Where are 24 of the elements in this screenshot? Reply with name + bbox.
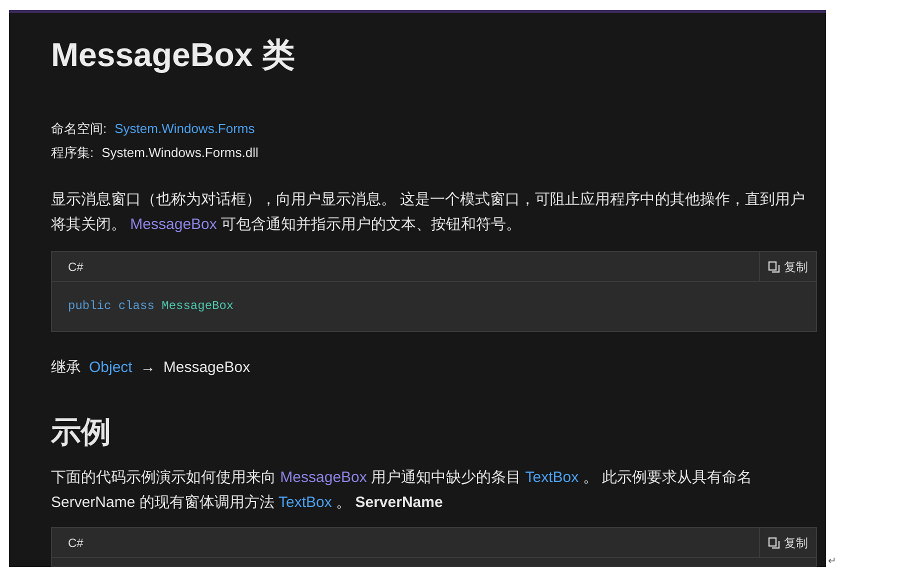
- page-title: MessageBox 类: [51, 35, 295, 75]
- example-paragraph: 下面的代码示例演示如何使用来向 MessageBox 用户通知中缺少的条目 TextBox 。 此示例要求从具有命名 ServerName 的现有窗体调用方法 TextBox 。 ServerName: [51, 468, 753, 513]
- meta-value[interactable]: System.Windows.Forms: [114, 120, 255, 138]
- link[interactable]: MessageBox: [280, 469, 367, 486]
- arrow-symbol: →: [140, 358, 156, 378]
- meta-label: 程序集:: [51, 144, 94, 162]
- copy-icon: [768, 536, 780, 548]
- copy-button[interactable]: 复制: [759, 252, 816, 281]
- inheritance-link[interactable]: Object: [89, 358, 132, 378]
- meta-value: System.Windows.Forms.dll: [102, 144, 258, 162]
- inheritance-class: MessageBox: [163, 358, 250, 378]
- meta-label: 命名空间:: [51, 120, 107, 138]
- summary-paragraph: 显示消息窗口（也称为对话框），向用户显示消息。 这是一个模式窗口，可阻止应用程序中的其他操作，直到用户将其关闭。 MessageBox 可包含通知并指示用户的文本、按钮和符号。: [51, 190, 806, 235]
- code-line: public class MessageBox: [67, 298, 235, 315]
- code-language: C#: [67, 259, 84, 276]
- link[interactable]: TextBox: [525, 469, 579, 486]
- paragraph-mark: ↵: [828, 556, 836, 568]
- code-language: C#: [67, 535, 84, 552]
- copy-icon: [768, 260, 780, 272]
- inheritance-label: 继承: [51, 358, 81, 378]
- link[interactable]: TextBox: [278, 494, 332, 511]
- link[interactable]: MessageBox: [130, 216, 217, 233]
- copy-button[interactable]: 复制: [759, 528, 816, 557]
- section-heading: 示例: [51, 415, 111, 451]
